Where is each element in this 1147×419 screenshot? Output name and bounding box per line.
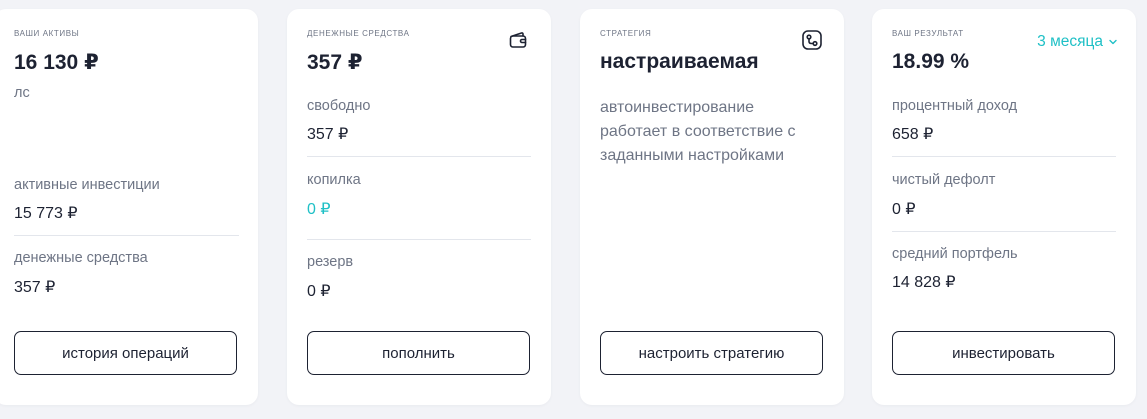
invest-button[interactable]: инвестировать	[892, 331, 1115, 375]
result-caption: ВАШ РЕЗУЛЬТАТ	[892, 29, 964, 38]
route-icon	[801, 29, 823, 51]
reserve-value: 0 ₽	[307, 283, 331, 300]
cash-value: 357 ₽	[14, 279, 56, 296]
operations-history-button[interactable]: история операций	[14, 331, 237, 375]
assets-caption: ВАШИ АКТИВЫ	[14, 29, 80, 38]
result-card: ВАШ РЕЗУЛЬТАТ 18.99 % 3 месяца процентны…	[872, 9, 1136, 405]
chevron-down-icon	[1108, 37, 1118, 47]
reserve-label: резерв	[307, 254, 354, 270]
strategy-caption: СТРАТЕГИЯ	[600, 29, 652, 38]
average-portfolio-label: средний портфель	[892, 246, 1018, 262]
strategy-title: настраиваемая	[600, 50, 759, 73]
period-label: 3 месяца	[1037, 33, 1103, 50]
free-label: свободно	[307, 98, 371, 114]
active-investments-value: 15 773 ₽	[14, 205, 78, 222]
average-portfolio-value: 14 828 ₽	[892, 274, 956, 291]
net-default-value: 0 ₽	[892, 201, 916, 218]
net-default-label: чистый дефолт	[892, 172, 996, 188]
assets-total: 16 130 ₽	[14, 51, 99, 74]
configure-strategy-button[interactable]: настроить стратегию	[600, 331, 823, 375]
divider	[307, 239, 531, 240]
interest-income-value: 658 ₽	[892, 126, 934, 143]
cash-total: 357 ₽	[307, 51, 363, 74]
assets-card: ВАШИ АКТИВЫ 16 130 ₽ ЛС активные инвести…	[0, 9, 258, 405]
piggy-bank-label: копилка	[307, 172, 361, 188]
top-up-button[interactable]: пополнить	[307, 331, 530, 375]
piggy-bank-value: 0 ₽	[307, 201, 331, 218]
period-select[interactable]: 3 месяца	[1037, 33, 1118, 51]
divider	[307, 156, 531, 157]
divider	[14, 235, 239, 236]
divider	[892, 231, 1116, 232]
cash-label: денежные средства	[14, 250, 148, 266]
account-type: ЛС	[14, 85, 30, 101]
free-value: 357 ₽	[307, 126, 349, 143]
wallet-icon	[507, 29, 529, 51]
result-total: 18.99 %	[892, 50, 970, 73]
strategy-card: СТРАТЕГИЯ настраиваемая автоинвестирован…	[580, 9, 844, 405]
divider	[892, 156, 1116, 157]
strategy-description: автоинвестирование работает в соответств…	[600, 99, 796, 164]
active-investments-label: активные инвестиции	[14, 177, 160, 193]
cash-caption: ДЕНЕЖНЫЕ СРЕДСТВА	[307, 29, 410, 38]
interest-income-label: процентный доход	[892, 98, 1018, 114]
cash-card: ДЕНЕЖНЫЕ СРЕДСТВА 357 ₽ свободно 357 ₽ к…	[287, 9, 551, 405]
